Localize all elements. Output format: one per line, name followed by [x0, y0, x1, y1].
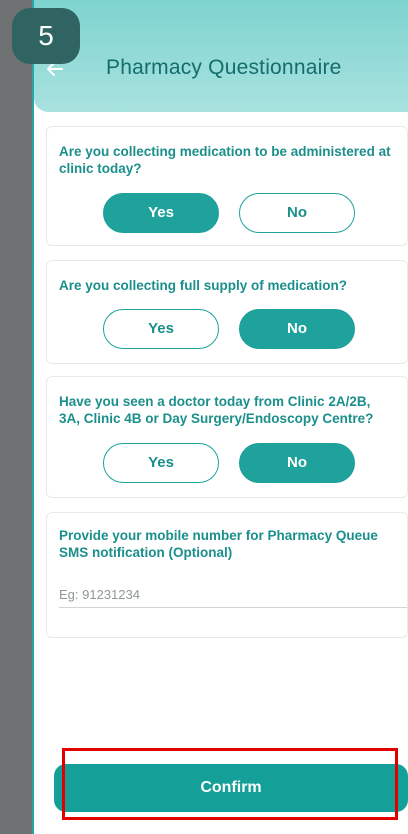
- question-card-3: Have you seen a doctor today from Clinic…: [46, 376, 408, 498]
- no-button[interactable]: No: [239, 309, 355, 349]
- question-card-2: Are you collecting full supply of medica…: [46, 260, 408, 364]
- no-button[interactable]: No: [239, 443, 355, 483]
- confirm-button[interactable]: Confirm: [54, 764, 408, 812]
- no-button[interactable]: No: [239, 193, 355, 233]
- question-text: Are you collecting full supply of medica…: [59, 278, 348, 293]
- background-left-strip: [0, 0, 32, 834]
- yes-button[interactable]: Yes: [103, 309, 219, 349]
- mobile-label: Provide your mobile number for Pharmacy …: [59, 528, 378, 560]
- question-card-1: Are you collecting medication to be admi…: [46, 126, 408, 246]
- question-text: Are you collecting medication to be admi…: [59, 144, 391, 176]
- app-screen: Pharmacy Questionnaire Are you collectin…: [32, 0, 408, 834]
- yes-button[interactable]: Yes: [103, 443, 219, 483]
- header-bar: Pharmacy Questionnaire: [34, 0, 408, 112]
- yes-button[interactable]: Yes: [103, 193, 219, 233]
- step-number-badge: 5: [12, 8, 80, 64]
- input-underline: [59, 607, 407, 608]
- page-title: Pharmacy Questionnaire: [106, 56, 342, 79]
- mobile-number-card: Provide your mobile number for Pharmacy …: [46, 512, 408, 638]
- mobile-number-input[interactable]: Eg: 91231234: [59, 587, 140, 602]
- question-text: Have you seen a doctor today from Clinic…: [59, 394, 374, 426]
